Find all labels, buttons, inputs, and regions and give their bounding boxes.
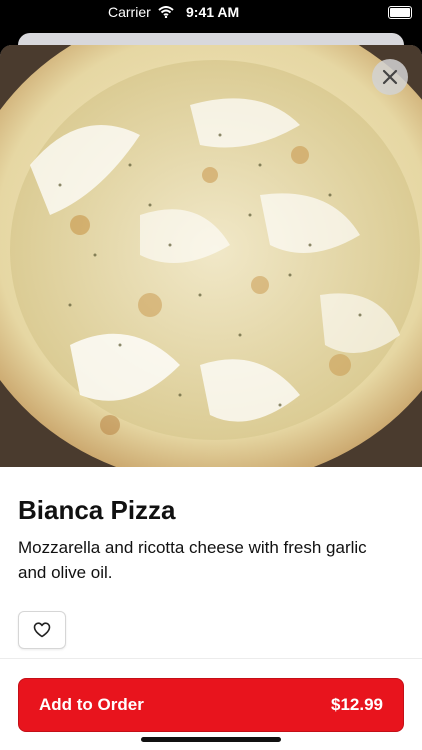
item-description: Mozzarella and ricotta cheese with fresh… xyxy=(18,538,367,582)
divider xyxy=(0,658,422,659)
item-detail-sheet: Bianca Pizza Mozzarella and ricotta chee… xyxy=(0,45,422,750)
favorite-button[interactable] xyxy=(18,611,66,649)
heart-icon xyxy=(33,622,51,638)
home-indicator xyxy=(141,737,281,742)
close-icon xyxy=(382,69,398,85)
clock: 9:41 AM xyxy=(186,4,240,20)
status-bar: Carrier 9:41 AM xyxy=(0,0,422,26)
pizza-photo xyxy=(0,45,422,467)
price-label: $12.99 xyxy=(331,695,383,714)
close-button[interactable] xyxy=(372,59,408,95)
add-to-order-label: Add to Order xyxy=(39,695,144,714)
add-to-order-button[interactable]: Add to Order $12.99 xyxy=(18,678,404,732)
battery-icon xyxy=(388,6,412,19)
item-title: Bianca Pizza xyxy=(18,495,176,525)
carrier-label: Carrier xyxy=(108,4,151,20)
wifi-icon xyxy=(158,5,174,21)
